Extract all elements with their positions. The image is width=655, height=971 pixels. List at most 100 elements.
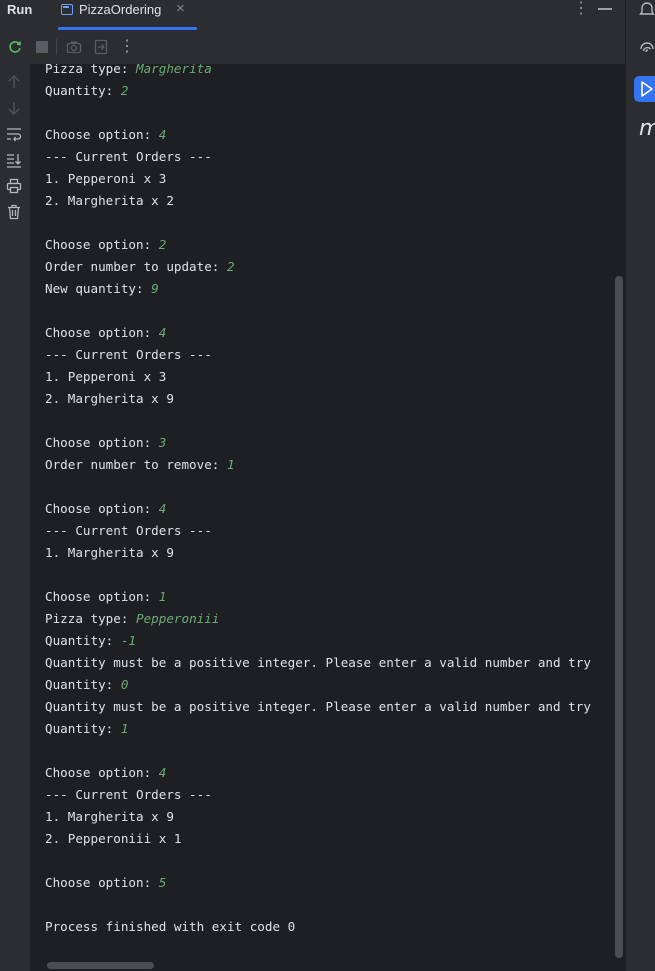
user-input: 4 [158, 765, 167, 780]
console-text: Choose option: [45, 875, 159, 890]
user-input: 0 [120, 677, 129, 692]
console-line: 1. Pepperoni x 3 [45, 168, 621, 190]
run-tool-window-header: Run PizzaOrdering × ⋮ [0, 0, 625, 30]
console-line: 1. Pepperoni x 3 [45, 366, 621, 388]
user-input: 4 [158, 501, 167, 516]
console-line: --- Current Orders --- [45, 520, 621, 542]
run-tool-button[interactable] [634, 76, 655, 102]
exit-icon [94, 39, 108, 55]
arrow-down-icon [8, 102, 20, 115]
user-input: 2 [158, 237, 167, 252]
console-text: 1. Margherita x 9 [45, 545, 174, 560]
console-text: Quantity: [45, 83, 121, 98]
restore-layout-button[interactable] [93, 39, 109, 55]
console-text: Process finished with exit code 0 [45, 919, 296, 934]
console-line: Pizza type: Pepperoniii [45, 608, 621, 630]
scroll-to-end-button[interactable] [5, 152, 23, 168]
soft-wrap-button[interactable] [5, 126, 23, 142]
print-button[interactable] [5, 178, 23, 194]
console-line: Quantity: -1 [45, 630, 621, 652]
user-input: 3 [158, 435, 167, 450]
horizontal-scrollbar[interactable] [47, 962, 154, 969]
user-input: 1 [158, 589, 167, 604]
previous-occurrence-button[interactable] [5, 74, 23, 90]
scroll-to-end-icon [7, 154, 21, 168]
spiral-icon [640, 42, 654, 53]
console-line: 2. Pepperoniii x 1 [45, 828, 621, 850]
console-line: 1. Margherita x 9 [45, 542, 621, 564]
more-vertical-icon[interactable]: ⋮ [573, 0, 589, 18]
console-text: 2. Margherita x 2 [45, 193, 174, 208]
ai-assistant-button[interactable] [638, 40, 655, 63]
vertical-scrollbar[interactable] [615, 276, 623, 958]
console-lines: Pizza type: Margherita Quantity: 2 Choose … [45, 64, 621, 938]
console-line: --- Current Orders --- [45, 146, 621, 168]
tab-label: PizzaOrdering [79, 2, 162, 17]
console-text: --- Current Orders --- [45, 787, 212, 802]
console-line: Choose option: 4 [45, 498, 621, 520]
run-config-icon [61, 4, 73, 15]
console-line: Choose option: 4 [45, 322, 621, 344]
console-text: 2. Margherita x 9 [45, 391, 174, 406]
side-letter: m [639, 116, 655, 141]
bell-icon [639, 2, 655, 15]
console-side-toolbar [0, 64, 30, 971]
console-text: --- Current Orders --- [45, 523, 212, 538]
console-line: Choose option: 5 [45, 872, 621, 894]
console-text: Choose option: [45, 237, 159, 252]
screenshot-button[interactable] [66, 39, 82, 55]
console-text: Choose option: [45, 765, 159, 780]
console-text: Pizza type: [45, 611, 136, 626]
console-text: Choose option: [45, 589, 159, 604]
toolbar-separator [56, 39, 57, 55]
clear-all-button[interactable] [5, 204, 23, 220]
right-tool-strip: m [625, 0, 655, 971]
more-vertical-icon[interactable]: ⋮ [119, 36, 135, 56]
minimize-icon[interactable] [598, 8, 612, 10]
console-line: --- Current Orders --- [45, 784, 621, 806]
console-text: Quantity: [45, 677, 121, 692]
console-line: Choose option: 1 [45, 586, 621, 608]
console-text: 1. Margherita x 9 [45, 809, 174, 824]
user-input: 4 [158, 325, 167, 340]
soft-wrap-icon [7, 128, 22, 142]
console-line: --- Current Orders --- [45, 344, 621, 366]
console-text: Quantity must be a positive integer. Ple… [45, 699, 591, 714]
console-line: Quantity: 0 [45, 674, 621, 696]
run-toolbar: ⋮ [0, 30, 625, 64]
console-line: Quantity: 1 [45, 718, 621, 740]
tab-pizza-ordering[interactable]: PizzaOrdering × [58, 0, 197, 30]
user-input: 4 [158, 127, 167, 142]
console-text: 1. Pepperoni x 3 [45, 369, 167, 384]
close-icon[interactable]: × [176, 0, 185, 17]
console-line: Choose option: 4 [45, 124, 621, 146]
console-line: Choose option: 3 [45, 432, 621, 454]
console-line: 1. Margherita x 9 [45, 806, 621, 828]
console-text: Quantity must be a positive integer. Ple… [45, 655, 591, 670]
console-line: Choose option: 4 [45, 762, 621, 784]
console-text: Quantity: [45, 721, 121, 736]
console-line: Quantity must be a positive integer. Ple… [45, 696, 621, 718]
notifications-button[interactable] [638, 0, 655, 23]
user-input: 9 [151, 281, 159, 296]
arrow-up-icon [8, 75, 20, 88]
console-text: Choose option: [45, 127, 159, 142]
stop-button[interactable] [34, 39, 50, 55]
console-text: 1. Pepperoni x 3 [45, 171, 167, 186]
console-text: Choose option: [45, 501, 159, 516]
console-output[interactable]: Pizza type: Margherita Quantity: 2 Choose … [30, 64, 625, 971]
console-line: Choose option: 2 [45, 234, 621, 256]
console-line: 2. Margherita x 2 [45, 190, 621, 212]
console-text: --- Current Orders --- [45, 347, 212, 362]
user-input: Pepperoniii [136, 611, 220, 626]
next-occurrence-button[interactable] [5, 100, 23, 116]
rerun-button[interactable] [7, 39, 23, 55]
